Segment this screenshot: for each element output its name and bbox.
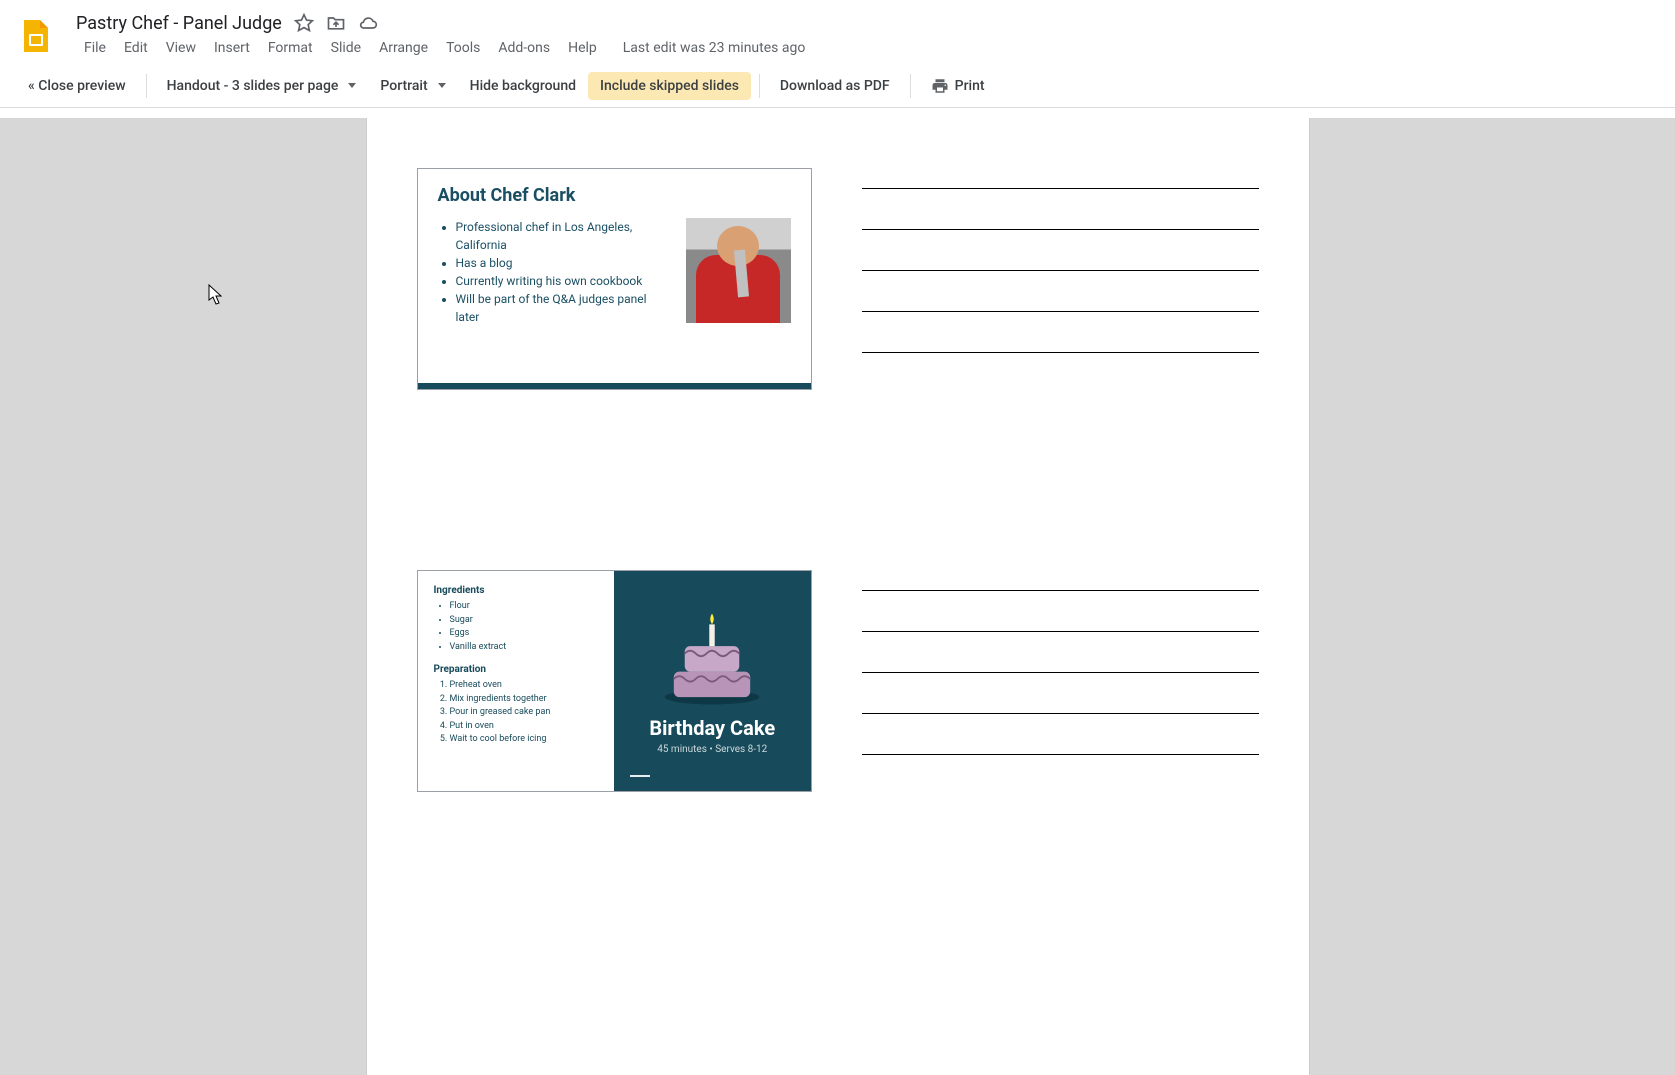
handout-row: Ingredients Flour Sugar Eggs Vanilla ext… [367, 570, 1309, 792]
separator [759, 74, 760, 98]
preview-canvas[interactable]: About Chef Clark Professional chef in Lo… [0, 118, 1675, 1075]
note-line [862, 590, 1259, 591]
hide-bg-label: Hide background [470, 78, 576, 94]
list-item: Sugar [450, 614, 599, 628]
list-item: Pour in greased cake pan [450, 706, 599, 720]
download-pdf-button[interactable]: Download as PDF [768, 72, 902, 100]
orientation-label: Portrait [380, 78, 427, 94]
menu-addons[interactable]: Add-ons [490, 36, 558, 60]
slide-2-content: Ingredients Flour Sugar Eggs Vanilla ext… [418, 571, 811, 791]
star-icon[interactable] [294, 13, 314, 33]
slides-logo [16, 16, 56, 56]
menu-edit[interactable]: Edit [116, 36, 156, 60]
slide-1-content: About Chef Clark Professional chef in Lo… [418, 169, 811, 340]
chef-photo [686, 218, 791, 323]
preparation-heading: Preparation [434, 664, 599, 675]
slide-accent-bar [418, 383, 811, 389]
print-label: Print [955, 78, 985, 94]
ingredients-list: Flour Sugar Eggs Vanilla extract [434, 600, 599, 654]
note-line [862, 311, 1259, 312]
note-line [862, 270, 1259, 271]
notes-lines [862, 168, 1259, 390]
accent-line [630, 775, 650, 777]
slide-2-right: Birthday Cake 45 minutes • Serves 8-12 [614, 571, 811, 791]
menu-format[interactable]: Format [260, 36, 321, 60]
cake-subtitle: 45 minutes • Serves 8-12 [657, 744, 767, 755]
handout-label: Handout - 3 slides per page [167, 78, 339, 94]
print-icon [931, 77, 949, 95]
orientation-dropdown[interactable]: Portrait [368, 72, 457, 100]
slide-1-title: About Chef Clark [438, 185, 791, 206]
list-item: Put in oven [450, 720, 599, 734]
ingredients-heading: Ingredients [434, 585, 599, 596]
menu-bar: File Edit View Insert Format Slide Arran… [76, 36, 1659, 60]
list-item: Mix ingredients together [450, 693, 599, 707]
note-line [862, 754, 1259, 755]
list-item: Preheat oven [450, 679, 599, 693]
list-item: Professional chef in Los Angeles, Califo… [456, 218, 672, 254]
cloud-saved-icon[interactable] [358, 13, 378, 33]
note-line [862, 229, 1259, 230]
note-line [862, 631, 1259, 632]
list-item: Currently writing his own cookbook [456, 272, 672, 290]
download-pdf-label: Download as PDF [780, 78, 890, 94]
chevron-down-icon [438, 83, 446, 88]
note-line [862, 352, 1259, 353]
slide-1-bullets: Professional chef in Los Angeles, Califo… [438, 218, 672, 326]
cake-icon [657, 608, 767, 708]
menu-slide[interactable]: Slide [323, 36, 369, 60]
menu-tools[interactable]: Tools [438, 36, 488, 60]
include-skipped-label: Include skipped slides [600, 78, 739, 94]
note-line [862, 713, 1259, 714]
note-line [862, 672, 1259, 673]
move-folder-icon[interactable] [326, 13, 346, 33]
slide-thumbnail-1: About Chef Clark Professional chef in Lo… [417, 168, 812, 390]
include-skipped-toggle[interactable]: Include skipped slides [588, 72, 751, 100]
menu-file[interactable]: File [76, 36, 114, 60]
separator [146, 74, 147, 98]
handout-page: About Chef Clark Professional chef in Lo… [367, 118, 1309, 1075]
slide-thumbnail-2: Ingredients Flour Sugar Eggs Vanilla ext… [417, 570, 812, 792]
separator [910, 74, 911, 98]
close-preview-button[interactable]: « Close preview [16, 72, 138, 100]
menu-arrange[interactable]: Arrange [371, 36, 436, 60]
list-item: Eggs [450, 627, 599, 641]
list-item: Will be part of the Q&A judges panel lat… [456, 290, 672, 326]
print-button[interactable]: Print [919, 71, 997, 101]
print-preview-toolbar: « Close preview Handout - 3 slides per p… [0, 64, 1675, 108]
close-preview-label: « Close preview [28, 78, 126, 94]
note-line [862, 188, 1259, 189]
menu-view[interactable]: View [158, 36, 204, 60]
slide-2-left: Ingredients Flour Sugar Eggs Vanilla ext… [418, 571, 615, 791]
chevron-down-icon [348, 83, 356, 88]
list-item: Flour [450, 600, 599, 614]
document-title[interactable]: Pastry Chef - Panel Judge [76, 13, 282, 34]
handout-dropdown[interactable]: Handout - 3 slides per page [155, 72, 369, 100]
list-item: Wait to cool before icing [450, 733, 599, 747]
preparation-steps: Preheat oven Mix ingredients together Po… [434, 679, 599, 747]
cake-title: Birthday Cake [649, 716, 775, 740]
handout-row: About Chef Clark Professional chef in Lo… [367, 168, 1309, 390]
hide-background-toggle[interactable]: Hide background [458, 72, 588, 100]
list-item: Vanilla extract [450, 641, 599, 655]
title-row: Pastry Chef - Panel Judge [76, 13, 1659, 34]
header-content: Pastry Chef - Panel Judge File Edit View… [76, 13, 1659, 60]
app-header: Pastry Chef - Panel Judge File Edit View… [0, 0, 1675, 64]
notes-lines [862, 570, 1259, 792]
list-item: Has a blog [456, 254, 672, 272]
menu-insert[interactable]: Insert [206, 36, 258, 60]
menu-help[interactable]: Help [560, 36, 605, 60]
last-edit-text[interactable]: Last edit was 23 minutes ago [623, 40, 806, 56]
